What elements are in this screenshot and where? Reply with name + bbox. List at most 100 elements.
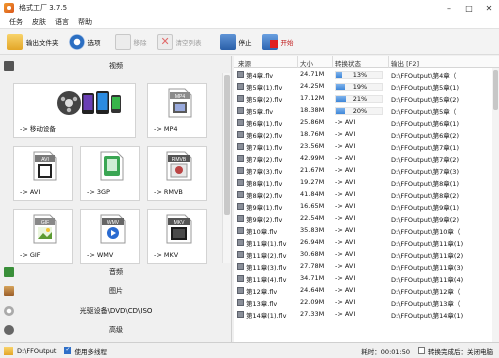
menu-task[interactable]: 任务	[9, 17, 23, 27]
options-button[interactable]: 选项	[66, 31, 104, 53]
tile-gif[interactable]: GIF -> GIF	[13, 209, 73, 264]
output-folder-button[interactable]: 输出文件夹	[4, 31, 62, 53]
video-file-icon	[237, 143, 244, 150]
table-row[interactable]: 第8章(2).flv 41.84M -> AVI D:\FFOutput\第8章(2)	[234, 189, 492, 200]
table-row[interactable]: 第7章(2).flv 42.99M -> AVI D:\FFOutput\第7章(2)	[234, 153, 492, 164]
source-filename: 第5章(1).flv	[246, 84, 283, 92]
mp4-file-icon: MP4	[167, 88, 193, 118]
source-filename: 第11章(3).flv	[246, 264, 287, 272]
conversion-status: -> AVI	[335, 190, 356, 198]
menu-help[interactable]: 帮助	[78, 17, 92, 27]
table-row[interactable]: 第5章(1).flv 24.25M 19% D:\FFOutput\第5章(1)	[234, 81, 492, 92]
after-done-checkbox[interactable]	[418, 347, 425, 354]
table-row[interactable]: 第5章.flv 18.38M 20% D:\FFOutput\第5章（	[234, 105, 492, 116]
conversion-status: -> AVI	[335, 142, 356, 150]
minimize-button[interactable]: –	[439, 0, 459, 16]
table-row[interactable]: 第14章(1).flv 27.33M -> AVI D:\FFOutput\第14章(…	[234, 309, 492, 320]
file-size: 22.09M	[300, 298, 325, 306]
table-row[interactable]: 第11章(4).flv 34.71M -> AVI D:\FFOutput\第11章(…	[234, 273, 492, 284]
svg-text:RMVB: RMVB	[172, 157, 187, 163]
source-filename: 第12章.flv	[246, 288, 278, 296]
table-row[interactable]: 第13章.flv 22.09M -> AVI D:\FFOutput\第13章（	[234, 297, 492, 308]
table-row[interactable]: 第7章(1).flv 23.56M -> AVI D:\FFOutput\第7章(1)	[234, 141, 492, 152]
table-row[interactable]: 第11章(3).flv 27.78M -> AVI D:\FFOutput\第11章(…	[234, 261, 492, 272]
file-size: 34.71M	[300, 274, 325, 282]
source-filename: 第9章(1).flv	[246, 204, 283, 212]
menu-language[interactable]: 语言	[55, 17, 69, 27]
column-divider	[297, 56, 298, 68]
conversion-status: -> AVI	[335, 250, 356, 258]
file-size: 18.76M	[300, 130, 325, 138]
table-row[interactable]: 第8章(1).flv 19.27M -> AVI D:\FFOutput\第8章(1)	[234, 177, 492, 188]
output-path-cell: D:\FFOutput\第10章（	[391, 228, 461, 236]
tile-rmvb[interactable]: RMVB -> RMVB	[147, 146, 207, 201]
maximize-button[interactable]: □	[459, 0, 479, 16]
file-size: 24.25M	[300, 82, 325, 90]
category-optical-label: 光驱设备\DVD\CD\ISO	[79, 307, 153, 315]
tile-mkv[interactable]: MKV -> MKV	[147, 209, 207, 264]
table-row[interactable]: 第4章.flv 24.71M 13% D:\FFOutput\第4章（	[234, 69, 492, 80]
tile-3gp[interactable]: -> 3GP	[80, 146, 140, 201]
task-list-scrollbar-thumb[interactable]	[493, 70, 498, 110]
source-filename: 第9章(2).flv	[246, 216, 283, 224]
stop-label: 停止	[238, 38, 252, 47]
tile-scrollbar-thumb[interactable]	[224, 75, 230, 215]
after-done-label: 转换完成后：关闭电脑	[428, 347, 493, 356]
table-row[interactable]: 第9章(2).flv 22.54M -> AVI D:\FFOutput\第9章(2)	[234, 213, 492, 224]
tile-mp4[interactable]: MP4 -> MP4	[147, 83, 207, 138]
menu-bar: 任务 皮肤 语言 帮助	[0, 16, 499, 29]
file-size: 42.99M	[300, 154, 325, 162]
tile-rmvb-label: -> RMVB	[154, 188, 183, 196]
clear-list-button[interactable]: 清空列表	[154, 31, 205, 53]
stop-icon	[219, 33, 236, 50]
tile-mobile-device[interactable]: -> 移动设备	[13, 83, 136, 138]
table-row[interactable]: 第9章(1).flv 16.65M -> AVI D:\FFOutput\第9章(1)	[234, 201, 492, 212]
source-filename: 第6章(1).flv	[246, 120, 283, 128]
tile-wmv[interactable]: WMV -> WMV	[80, 209, 140, 264]
output-path-cell: D:\FFOutput\第13章（	[391, 300, 461, 308]
stop-button[interactable]: 停止	[217, 31, 255, 53]
folder-icon	[4, 346, 13, 355]
svg-text:AVI: AVI	[41, 157, 49, 163]
column-divider	[332, 56, 333, 68]
output-path-cell: D:\FFOutput\第12章（	[391, 288, 461, 296]
table-row[interactable]: 第6章(2).flv 18.76M -> AVI D:\FFOutput\第6章(2)	[234, 129, 492, 140]
tile-scrollbar[interactable]	[222, 73, 231, 263]
category-optical[interactable]: 光驱设备\DVD\CD\ISO	[0, 303, 232, 319]
conversion-status: -> AVI	[335, 202, 356, 210]
table-row[interactable]: 第6章(1).flv 25.86M -> AVI D:\FFOutput\第6章(1)	[234, 117, 492, 128]
video-file-icon	[237, 299, 244, 306]
window-title: 格式工厂 3.7.5	[19, 4, 68, 12]
table-row[interactable]: 第10章.flv 35.83M -> AVI D:\FFOutput\第10章（	[234, 225, 492, 236]
remove-button[interactable]: 移除	[112, 31, 150, 53]
table-row[interactable]: 第12章.flv 24.64M -> AVI D:\FFOutput\第12章（	[234, 285, 492, 296]
header-size[interactable]: 大小	[300, 58, 313, 68]
menu-skin[interactable]: 皮肤	[32, 17, 46, 27]
svg-text:MP4: MP4	[175, 94, 186, 100]
header-status[interactable]: 转换状态	[335, 58, 361, 68]
header-source[interactable]: 来源	[238, 58, 251, 68]
file-size: 41.84M	[300, 190, 325, 198]
svg-text:MKV: MKV	[174, 220, 186, 226]
category-audio[interactable]: 音频	[0, 264, 232, 280]
start-icon	[261, 33, 278, 50]
category-video-label: 视频	[109, 62, 123, 70]
task-list-scrollbar[interactable]	[492, 68, 499, 342]
video-file-icon	[237, 167, 244, 174]
start-button[interactable]: 开始	[259, 31, 297, 53]
tile-avi[interactable]: AVI -> AVI	[13, 146, 73, 201]
close-button[interactable]: ✕	[479, 0, 499, 16]
multithread-checkbox[interactable]	[64, 346, 72, 354]
table-row[interactable]: 第11章(2).flv 30.68M -> AVI D:\FFOutput\第11章(…	[234, 249, 492, 260]
category-video[interactable]: 视频	[0, 58, 232, 74]
table-row[interactable]: 第11章(1).flv 26.94M -> AVI D:\FFOutput\第11章(…	[234, 237, 492, 248]
category-advanced[interactable]: 高级	[0, 322, 232, 338]
category-advanced-label: 高级	[109, 326, 123, 334]
category-picture[interactable]: 图片	[0, 283, 232, 299]
table-row[interactable]: 第5章(2).flv 17.12M 21% D:\FFOutput\第5章(2)	[234, 93, 492, 104]
output-path[interactable]: D:\FFOutput	[17, 347, 56, 355]
header-output[interactable]: 输出 [F2]	[391, 58, 419, 68]
conversion-status: -> AVI	[335, 226, 356, 234]
output-path-cell: D:\FFOutput\第5章(2)	[391, 96, 459, 104]
table-row[interactable]: 第7章(3).flv 21.67M -> AVI D:\FFOutput\第7章(3)	[234, 165, 492, 176]
